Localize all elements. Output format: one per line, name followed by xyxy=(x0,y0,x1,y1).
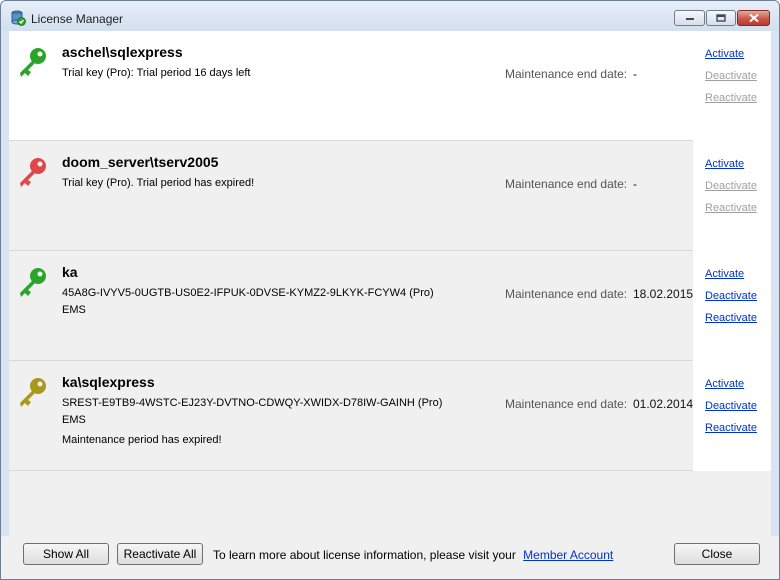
license-actions: Activate Deactivate Reactivate xyxy=(705,157,771,223)
actions-panel: Activate Deactivate Reactivate Activate … xyxy=(693,31,771,471)
license-name: doom_server\tserv2005 xyxy=(62,154,219,170)
key-icon xyxy=(20,268,46,297)
activate-link[interactable]: Activate xyxy=(705,377,771,399)
maintenance-label: Maintenance end date: xyxy=(505,177,628,191)
title-bar: License Manager xyxy=(1,1,779,31)
license-name: aschel\sqlexpress xyxy=(62,44,183,60)
reactivate-link[interactable]: Reactivate xyxy=(705,421,771,443)
reactivate-all-button[interactable]: Reactivate All xyxy=(117,543,203,565)
license-name: ka\sqlexpress xyxy=(62,374,155,390)
close-icon xyxy=(748,13,759,23)
key-icon xyxy=(20,158,46,187)
license-actions: Activate Deactivate Reactivate xyxy=(705,377,771,443)
license-actions: Activate Deactivate Reactivate xyxy=(705,47,771,113)
reactivate-link[interactable]: Reactivate xyxy=(705,91,771,113)
activate-link[interactable]: Activate xyxy=(705,157,771,179)
window-title: License Manager xyxy=(31,12,124,26)
maintenance-value: - xyxy=(633,67,637,81)
license-row[interactable]: ka 45A8G-IVYV5-0UGTB-US0E2-IFPUK-0DVSE-K… xyxy=(9,251,693,361)
license-edition: EMS xyxy=(62,414,86,426)
license-edition: EMS xyxy=(62,304,86,316)
maintenance-label: Maintenance end date: xyxy=(505,67,628,81)
license-detail: Trial key (Pro): Trial period 16 days le… xyxy=(62,67,251,79)
license-warning: Maintenance period has expired! xyxy=(62,434,222,446)
reactivate-link[interactable]: Reactivate xyxy=(705,201,771,223)
maintenance-value: 01.02.2014 xyxy=(633,397,694,411)
deactivate-link[interactable]: Deactivate xyxy=(705,289,771,311)
license-name: ka xyxy=(62,264,78,280)
member-account-link[interactable]: Member Account xyxy=(523,548,613,562)
footer-info-text: To learn more about license information,… xyxy=(213,548,613,562)
deactivate-link[interactable]: Deactivate xyxy=(705,179,771,201)
maintenance-label: Maintenance end date: xyxy=(505,397,628,411)
close-window-button[interactable] xyxy=(737,10,770,26)
activate-link[interactable]: Activate xyxy=(705,47,771,69)
maintenance-value: 18.02.2015 xyxy=(633,287,694,301)
license-manager-window: License Manager aschel\sqlexpress Trial … xyxy=(0,0,780,580)
maximize-icon xyxy=(716,14,726,22)
license-detail: Trial key (Pro). Trial period has expire… xyxy=(62,177,255,189)
deactivate-link[interactable]: Deactivate xyxy=(705,69,771,91)
maximize-button[interactable] xyxy=(706,10,736,26)
show-all-button[interactable]: Show All xyxy=(23,543,109,565)
license-row[interactable]: doom_server\tserv2005 Trial key (Pro). T… xyxy=(9,141,693,251)
minimize-icon xyxy=(685,18,694,20)
license-key: SREST-E9TB9-4WSTC-EJ23Y-DVTNO-CDWQY-XWID… xyxy=(62,397,443,409)
license-actions: Activate Deactivate Reactivate xyxy=(705,267,771,333)
license-manager-app-icon xyxy=(11,10,26,26)
maintenance-value: - xyxy=(633,177,637,191)
deactivate-link[interactable]: Deactivate xyxy=(705,399,771,421)
license-row[interactable]: aschel\sqlexpress Trial key (Pro): Trial… xyxy=(9,31,693,141)
license-list: aschel\sqlexpress Trial key (Pro): Trial… xyxy=(9,31,693,471)
license-row[interactable]: ka\sqlexpress SREST-E9TB9-4WSTC-EJ23Y-DV… xyxy=(9,361,693,471)
license-key: 45A8G-IVYV5-0UGTB-US0E2-IFPUK-0DVSE-KYMZ… xyxy=(62,287,434,299)
minimize-button[interactable] xyxy=(674,10,705,26)
info-text: To learn more about license information,… xyxy=(213,548,516,562)
maintenance-label: Maintenance end date: xyxy=(505,287,628,301)
reactivate-link[interactable]: Reactivate xyxy=(705,311,771,333)
activate-link[interactable]: Activate xyxy=(705,267,771,289)
close-button[interactable]: Close xyxy=(674,543,760,565)
content-area: aschel\sqlexpress Trial key (Pro): Trial… xyxy=(9,31,771,536)
key-icon xyxy=(20,48,46,77)
key-icon xyxy=(20,378,46,407)
